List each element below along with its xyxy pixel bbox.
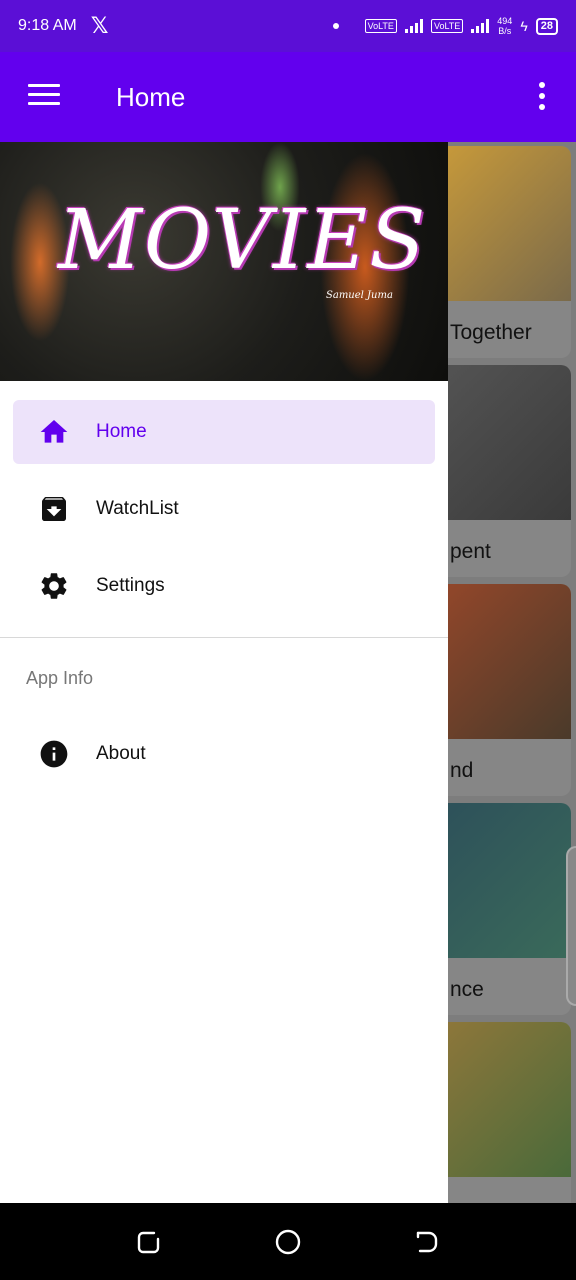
info-icon bbox=[40, 740, 68, 768]
status-time: 9:18 AM bbox=[18, 17, 77, 34]
drawer-item-label: Home bbox=[96, 421, 147, 442]
system-nav-bar bbox=[0, 1203, 576, 1280]
signal-1-icon bbox=[404, 19, 423, 33]
recent-apps-icon[interactable] bbox=[136, 1229, 162, 1255]
scroll-handle[interactable] bbox=[566, 846, 576, 1006]
net-speed-unit: B/s bbox=[498, 26, 512, 36]
home-icon bbox=[40, 420, 68, 443]
net-speed-value: 494 bbox=[497, 16, 513, 26]
overflow-menu-icon[interactable] bbox=[538, 82, 546, 110]
signal-2-icon bbox=[471, 19, 490, 33]
charging-icon: ϟ bbox=[520, 18, 528, 34]
home-button-icon[interactable] bbox=[275, 1229, 301, 1255]
volte-badge-2: VoLTE bbox=[430, 19, 464, 33]
menu-icon[interactable] bbox=[28, 84, 60, 106]
movie-title: nce bbox=[450, 978, 484, 1001]
page-title: Home bbox=[116, 82, 186, 112]
drawer-item-watchlist[interactable]: WatchList bbox=[13, 477, 435, 541]
drawer-header-image: MOVIES Samuel Juma bbox=[0, 142, 448, 381]
movie-title: nd bbox=[450, 759, 474, 782]
movie-title: Together bbox=[450, 321, 532, 344]
drawer-item-label: Settings bbox=[96, 575, 165, 596]
battery-level: 28 bbox=[535, 17, 558, 35]
movies-logo: MOVIES bbox=[58, 193, 428, 288]
back-icon[interactable] bbox=[414, 1229, 440, 1255]
header-signature: Samuel Juma bbox=[326, 290, 393, 301]
volte-badge-1: VoLTE bbox=[364, 19, 397, 33]
drawer-item-label: About bbox=[96, 743, 146, 764]
status-right: VoLTE VoLTE 494 B/s ϟ 28 bbox=[332, 16, 558, 36]
navigation-drawer: MOVIES Samuel Juma Home WatchList Settin… bbox=[0, 142, 448, 1203]
status-bar: 9:18 AM 𝕏 VoLTE VoLTE 494 B/s ϟ 28 bbox=[0, 0, 576, 52]
gear-icon bbox=[41, 573, 67, 599]
drawer-item-settings[interactable]: Settings bbox=[13, 554, 435, 618]
drawer-divider bbox=[0, 637, 448, 638]
x-logo-icon: 𝕏 bbox=[90, 13, 109, 38]
drawer-item-label: WatchList bbox=[96, 498, 179, 519]
drawer-item-home[interactable]: Home bbox=[13, 400, 435, 464]
movie-title: pent bbox=[450, 540, 491, 563]
notification-dot-icon bbox=[332, 23, 339, 29]
net-speed: 494 B/s bbox=[497, 16, 512, 36]
watchlist-icon bbox=[42, 497, 66, 521]
drawer-item-about[interactable]: About bbox=[13, 722, 435, 786]
app-bar: Home bbox=[0, 52, 576, 142]
section-title-app-info: App Info bbox=[26, 668, 94, 688]
